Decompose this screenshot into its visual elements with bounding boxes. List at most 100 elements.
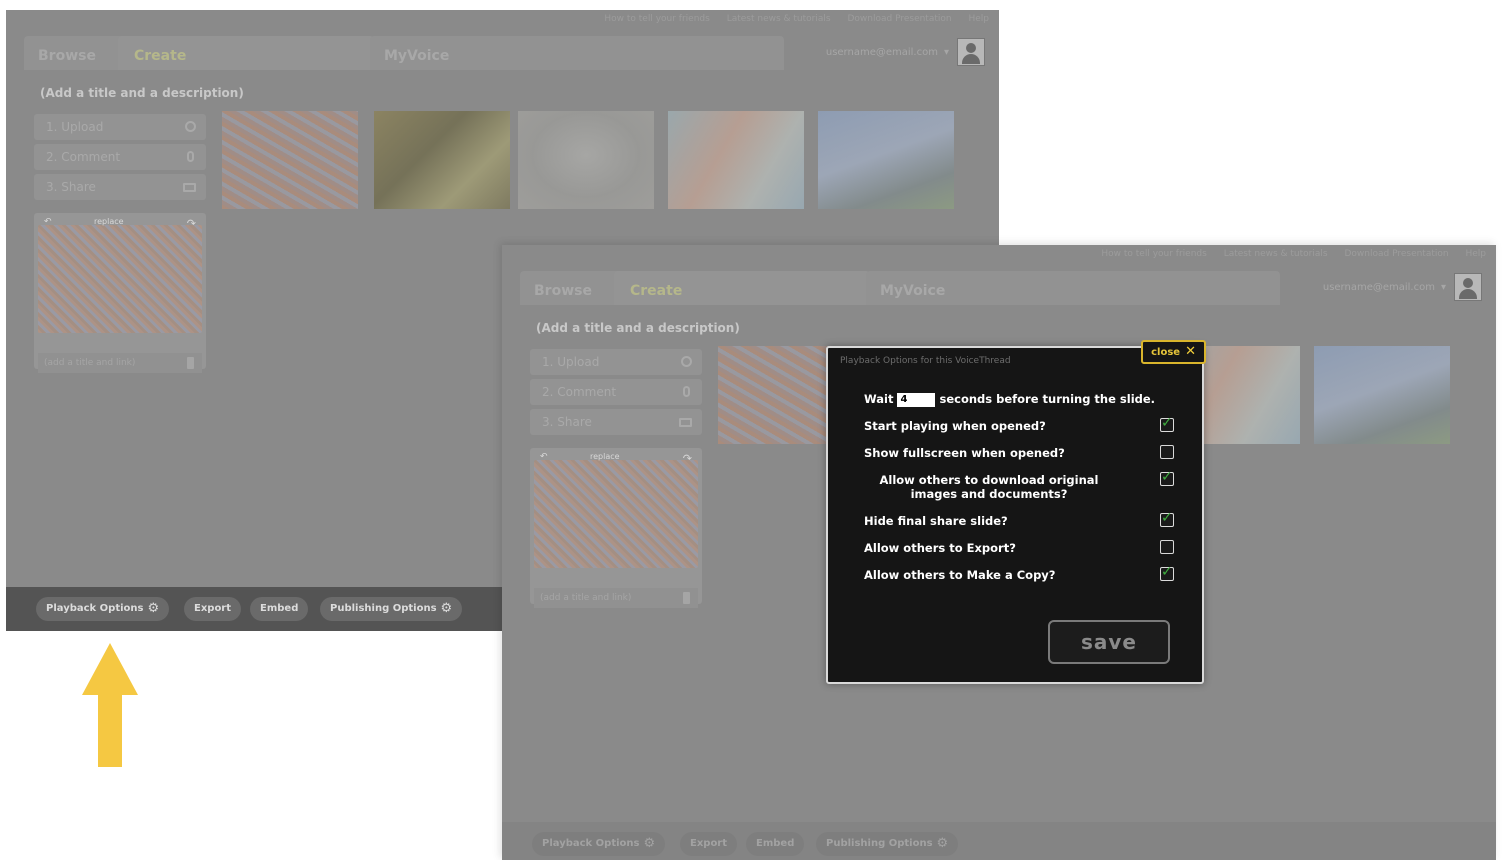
steps-panel: 1. Upload 2. Comment 3. Share (530, 349, 702, 439)
publishing-options-button[interactable]: Publishing Options ⚙ (320, 597, 463, 621)
mail-icon (183, 183, 196, 192)
top-link[interactable]: Help (1465, 249, 1486, 259)
thumbnail-image[interactable] (518, 111, 654, 209)
option-export: Allow others to Export? (864, 539, 1174, 555)
option-label: Show fullscreen when opened? (864, 445, 1065, 460)
trash-icon[interactable] (187, 357, 194, 369)
top-link[interactable]: Download Presentation (847, 14, 951, 24)
tab-create[interactable]: Create (118, 36, 374, 70)
embed-button[interactable]: Embed (746, 832, 805, 856)
user-menu[interactable]: username@email.com ▾ (826, 36, 985, 70)
user-email: username@email.com (825, 47, 938, 58)
tab-create[interactable]: Create (614, 271, 870, 305)
top-link[interactable]: How to tell your friends (1101, 249, 1206, 259)
slide-preview-image (38, 225, 202, 333)
rotate-right-icon[interactable]: ↷ (187, 217, 196, 230)
thumbnail-image[interactable] (668, 111, 804, 209)
avatar[interactable] (1454, 273, 1482, 301)
gear-icon: ⚙ (643, 836, 656, 851)
step-share[interactable]: 3. Share (34, 174, 206, 200)
step-label: 1. Upload (542, 355, 600, 369)
option-label: Hide final share slide? (864, 513, 1008, 528)
replace-button[interactable]: replace (590, 452, 620, 461)
avatar[interactable] (957, 38, 985, 66)
page-title[interactable]: (Add a title and a description) (40, 86, 244, 100)
step-comment[interactable]: 2. Comment (34, 144, 206, 170)
top-link[interactable]: How to tell your friends (604, 14, 709, 24)
steps-panel: 1. Upload 2. Comment 3. Share (34, 114, 206, 204)
microphone-icon (683, 386, 690, 397)
thumbnail-image[interactable] (818, 111, 954, 209)
tab-bar: Browse Create MyVoice username@email.com… (502, 271, 1496, 305)
gear-icon: ⚙ (147, 601, 160, 616)
wait-suffix: seconds before turning the slide. (939, 392, 1156, 406)
option-label: Allow others to Make a Copy? (864, 567, 1056, 582)
top-link[interactable]: Latest news & tutorials (1224, 249, 1328, 259)
thumbnail-image[interactable] (222, 111, 358, 209)
top-link[interactable]: Latest news & tutorials (727, 14, 831, 24)
slide-preview-image (534, 460, 698, 568)
embed-button[interactable]: Embed (250, 597, 309, 621)
wait-prefix: Wait (864, 392, 894, 406)
tab-browse[interactable]: Browse (24, 36, 128, 70)
page-title[interactable]: (Add a title and a description) (536, 321, 740, 335)
playback-options-dialog: Playback Options for this VoiceThread cl… (826, 340, 1206, 684)
export-button[interactable]: Export (680, 832, 738, 856)
replace-button[interactable]: replace (94, 217, 124, 226)
option-label: Start playing when opened? (864, 418, 1046, 433)
options-list: Wait seconds before turning the slide. St… (864, 392, 1174, 595)
upload-icon (681, 356, 692, 367)
playback-options-button[interactable]: Playback Options ⚙ (532, 832, 666, 856)
step-comment[interactable]: 2. Comment (530, 379, 702, 405)
option-label: Allow others to Export? (864, 540, 1016, 555)
fullscreen-checkbox[interactable] (1160, 444, 1174, 459)
option-fullscreen: Show fullscreen when opened? (864, 444, 1174, 460)
user-menu[interactable]: username@email.com ▾ (1323, 271, 1482, 305)
gear-icon: ⚙ (936, 836, 949, 851)
wait-row: Wait seconds before turning the slide. (864, 392, 1174, 407)
top-links: How to tell your friends Latest news & t… (590, 10, 999, 28)
save-button[interactable]: save (1048, 620, 1170, 664)
option-download: Allow others to download original images… (864, 469, 1174, 501)
bottom-toolbar: Playback Options ⚙ Export Embed Publishin… (502, 822, 1496, 860)
step-label: 3. Share (542, 415, 592, 429)
wait-seconds-input[interactable] (897, 392, 936, 407)
hide-share-checkbox[interactable] (1160, 510, 1174, 527)
top-link[interactable]: Download Presentation (1344, 249, 1448, 259)
close-button[interactable]: close ✕ (1141, 340, 1206, 364)
slide-caption[interactable]: (add a title and link) (38, 353, 202, 373)
gear-icon: ⚙ (440, 601, 453, 616)
publishing-options-button[interactable]: Publishing Options ⚙ (816, 832, 959, 856)
download-checkbox[interactable] (1160, 469, 1174, 486)
trash-icon[interactable] (683, 592, 690, 604)
step-label: 2. Comment (542, 385, 617, 399)
thumbnail-image[interactable] (1314, 346, 1450, 444)
chevron-down-icon: ▾ (1440, 282, 1446, 293)
option-make-copy: Allow others to Make a Copy? (864, 564, 1174, 582)
caption-placeholder: (add a title and link) (44, 358, 136, 368)
slide-caption[interactable]: (add a title and link) (534, 588, 698, 608)
tab-myvoice[interactable]: MyVoice (370, 36, 784, 70)
chevron-down-icon: ▾ (943, 47, 949, 58)
button-label: Playback Options (542, 838, 640, 849)
rotate-left-icon[interactable]: ↶ (540, 452, 548, 462)
slide-preview: ↶ replace ↷ (add a title and link) (530, 448, 702, 608)
option-hide-share: Hide final share slide? (864, 510, 1174, 528)
make-copy-checkbox[interactable] (1160, 564, 1174, 581)
rotate-right-icon[interactable]: ↷ (683, 452, 692, 465)
tab-myvoice[interactable]: MyVoice (866, 271, 1280, 305)
playback-options-button[interactable]: Playback Options ⚙ (36, 597, 170, 621)
upload-icon (185, 121, 196, 132)
step-upload[interactable]: 1. Upload (530, 349, 702, 375)
user-email: username@email.com (1322, 282, 1435, 293)
start-playing-checkbox[interactable] (1160, 415, 1174, 432)
export-button[interactable]: Export (184, 597, 242, 621)
export-checkbox[interactable] (1160, 539, 1174, 554)
top-link[interactable]: Help (968, 14, 989, 24)
step-label: 1. Upload (46, 120, 104, 134)
thumbnail-image[interactable] (374, 111, 510, 209)
step-upload[interactable]: 1. Upload (34, 114, 206, 140)
tab-browse[interactable]: Browse (520, 271, 624, 305)
rotate-left-icon[interactable]: ↶ (44, 217, 52, 227)
step-share[interactable]: 3. Share (530, 409, 702, 435)
